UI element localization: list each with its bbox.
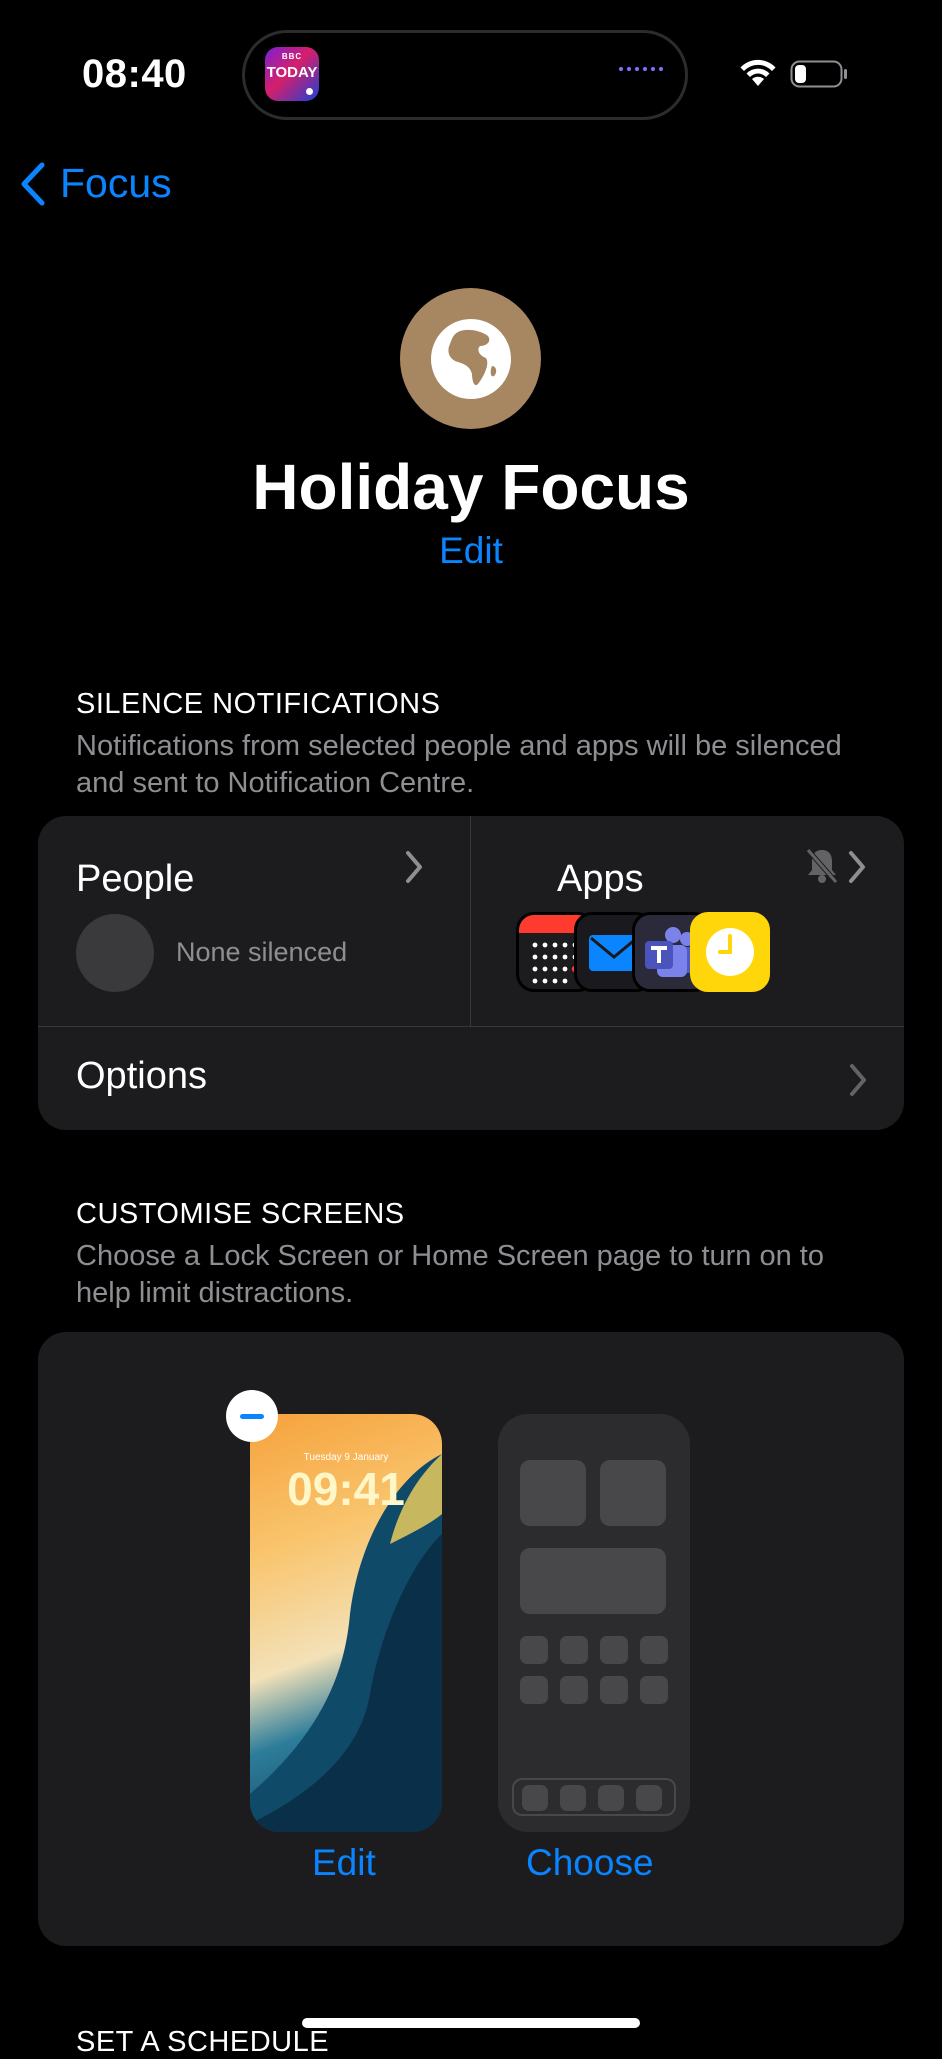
widget-placeholder <box>600 1460 666 1526</box>
apps-label: Apps <box>557 858 644 900</box>
set-schedule-header: SET A SCHEDULE <box>76 2026 330 2058</box>
lock-screen-time: 09:41 <box>287 1463 405 1515</box>
home-indicator[interactable] <box>302 2018 640 2028</box>
live-activity-brand: BBC <box>281 52 303 61</box>
silence-card: People None silenced Apps Options <box>38 816 904 1130</box>
wifi-icon <box>740 59 776 86</box>
edit-focus-button[interactable]: Edit <box>0 530 942 572</box>
silence-notifications-header: SILENCE NOTIFICATIONS <box>76 688 441 720</box>
app-placeholder <box>520 1636 548 1664</box>
choose-home-screen-button[interactable]: Choose <box>526 1842 654 1884</box>
app-placeholder <box>600 1636 628 1664</box>
clock-app-icon <box>690 912 770 992</box>
app-placeholder <box>600 1676 628 1704</box>
widget-placeholder <box>520 1548 666 1614</box>
people-cell[interactable]: People None silenced <box>38 816 470 1026</box>
people-status: None silenced <box>176 937 348 967</box>
bbc-today-app-icon[interactable]: BBC TODAY <box>265 47 319 101</box>
customise-screens-description: Choose a Lock Screen or Home Screen page… <box>76 1240 824 1309</box>
options-row[interactable]: Options <box>38 1027 904 1130</box>
app-placeholder <box>640 1636 668 1664</box>
minus-icon <box>240 1413 264 1419</box>
globe-africa-icon <box>430 318 511 399</box>
back-button[interactable]: Focus <box>20 160 172 207</box>
chevron-left-icon <box>21 162 45 205</box>
customise-screens-card: Tuesday 9 January 09:41 Edit Choose <box>38 1332 904 1946</box>
widget-placeholder <box>520 1460 586 1526</box>
focus-title: Holiday Focus <box>252 451 690 523</box>
battery-icon <box>790 60 847 88</box>
back-label: Focus <box>60 160 172 206</box>
silence-notifications-description: Notifications from selected people and a… <box>76 730 842 799</box>
lock-screen-preview[interactable]: Tuesday 9 January 09:41 <box>250 1414 442 1832</box>
app-placeholder <box>560 1676 588 1704</box>
edit-lock-screen-button[interactable]: Edit <box>312 1842 376 1884</box>
app-placeholder <box>520 1676 548 1704</box>
chevron-right-icon <box>406 851 422 883</box>
dock-placeholder <box>512 1778 676 1816</box>
people-label: People <box>76 858 195 900</box>
focus-icon[interactable] <box>400 288 541 429</box>
status-time: 08:40 <box>82 52 187 96</box>
chevron-right-icon <box>849 851 865 883</box>
dynamic-island[interactable]: BBC TODAY <box>242 30 688 120</box>
bell-slash-icon <box>806 848 838 884</box>
live-activity-app-name: TODAY <box>266 64 318 81</box>
app-placeholder <box>640 1676 668 1704</box>
options-label: Options <box>76 1055 207 1097</box>
chevron-right-icon <box>850 1064 866 1096</box>
home-screen-preview[interactable] <box>498 1414 690 1832</box>
remove-lock-screen-button[interactable] <box>226 1390 278 1442</box>
live-dot <box>306 88 313 95</box>
avatar-placeholder <box>76 914 154 992</box>
app-placeholder <box>560 1636 588 1664</box>
customise-screens-header: CUSTOMISE SCREENS <box>76 1198 405 1230</box>
audio-waveform-icon <box>619 67 663 71</box>
